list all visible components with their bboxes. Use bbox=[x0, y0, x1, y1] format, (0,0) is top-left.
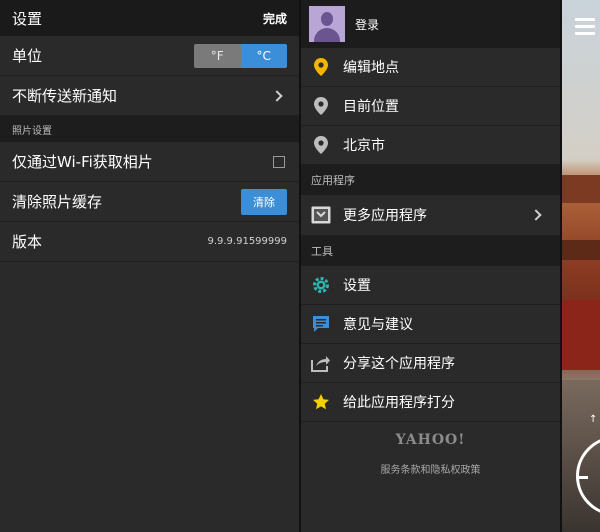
clear-cache-label: 清除照片缓存 bbox=[12, 193, 103, 211]
navigation-drawer: 登录 编辑地点 目前位置 北京市 应用程序 更多应用程序 工具 设置 意见与建议… bbox=[301, 0, 560, 532]
wifi-only-row[interactable]: 仅通过Wi-Fi获取相片 bbox=[0, 142, 299, 182]
apps-icon bbox=[301, 206, 341, 224]
drawer-item-label: 目前位置 bbox=[343, 99, 399, 115]
celsius-option[interactable]: °C bbox=[240, 43, 287, 68]
settings-header: 设置 完成 bbox=[0, 0, 299, 36]
fahrenheit-option[interactable]: °F bbox=[194, 43, 241, 68]
gear-icon bbox=[301, 276, 341, 294]
drawer-item-label: 更多应用程序 bbox=[343, 208, 427, 224]
chat-bubble-icon bbox=[301, 315, 341, 333]
push-notification-label: 不断传送新通知 bbox=[12, 87, 118, 105]
wifi-only-label: 仅通过Wi-Fi获取相片 bbox=[12, 153, 153, 171]
settings-panel: 设置 完成 单位 °F °C 不断传送新通知 照片设置 仅通过Wi-Fi获取相片… bbox=[0, 0, 299, 532]
drawer-item-feedback[interactable]: 意见与建议 bbox=[301, 305, 560, 344]
chevron-right-icon bbox=[271, 89, 283, 102]
terms-privacy-link[interactable]: 服务条款和隐私权政策 bbox=[301, 461, 560, 476]
drawer-item-label: 设置 bbox=[343, 278, 371, 294]
yahoo-logo: YAHOO! bbox=[395, 432, 466, 448]
drawer-item-beijing[interactable]: 北京市 bbox=[301, 126, 560, 165]
login-link[interactable]: 登录 bbox=[355, 16, 379, 33]
drawer-item-label: 分享这个应用程序 bbox=[343, 356, 455, 372]
location-pin-icon bbox=[301, 58, 341, 76]
drawer-item-label: 北京市 bbox=[343, 138, 385, 154]
arrow-up-icon: ↑ bbox=[589, 414, 598, 425]
clear-cache-button[interactable]: 清除 bbox=[241, 188, 287, 215]
unit-toggle[interactable]: °F °C bbox=[194, 43, 287, 68]
tools-section-header: 工具 bbox=[301, 236, 560, 266]
drawer-item-edit-locations[interactable]: 编辑地点 bbox=[301, 48, 560, 87]
clear-cache-row: 清除照片缓存 清除 bbox=[0, 182, 299, 222]
drawer-item-more-apps[interactable]: 更多应用程序 bbox=[301, 195, 560, 236]
version-row: 版本 9.9.9.91599999 bbox=[0, 222, 299, 262]
drawer-item-label: 意见与建议 bbox=[343, 317, 413, 333]
version-label: 版本 bbox=[12, 233, 43, 251]
menu-icon[interactable] bbox=[575, 18, 595, 39]
drawer-item-label: 给此应用程序打分 bbox=[343, 395, 455, 411]
apps-section-header: 应用程序 bbox=[301, 165, 560, 195]
wifi-only-checkbox[interactable] bbox=[273, 155, 285, 168]
drawer-item-label: 编辑地点 bbox=[343, 60, 399, 76]
done-button[interactable]: 完成 bbox=[263, 10, 287, 27]
location-pin-icon bbox=[301, 97, 341, 115]
drawer-item-share[interactable]: 分享这个应用程序 bbox=[301, 344, 560, 383]
star-icon bbox=[301, 393, 341, 411]
background-photo: ↑ bbox=[562, 0, 600, 532]
unit-label: 单位 bbox=[12, 47, 43, 65]
share-icon bbox=[301, 354, 341, 372]
version-value: 9.9.9.91599999 bbox=[207, 236, 287, 247]
avatar[interactable] bbox=[309, 6, 345, 42]
unit-row: 单位 °F °C bbox=[0, 36, 299, 76]
drawer-item-rate[interactable]: 给此应用程序打分 bbox=[301, 383, 560, 422]
chevron-right-icon bbox=[530, 209, 542, 221]
drawer-item-current-location[interactable]: 目前位置 bbox=[301, 87, 560, 126]
drawer-item-settings[interactable]: 设置 bbox=[301, 266, 560, 305]
settings-title: 设置 bbox=[12, 9, 43, 28]
drawer-header[interactable]: 登录 bbox=[301, 0, 560, 48]
location-pin-icon bbox=[301, 136, 341, 154]
push-notification-row[interactable]: 不断传送新通知 bbox=[0, 76, 299, 116]
photo-section-header: 照片设置 bbox=[0, 116, 299, 142]
